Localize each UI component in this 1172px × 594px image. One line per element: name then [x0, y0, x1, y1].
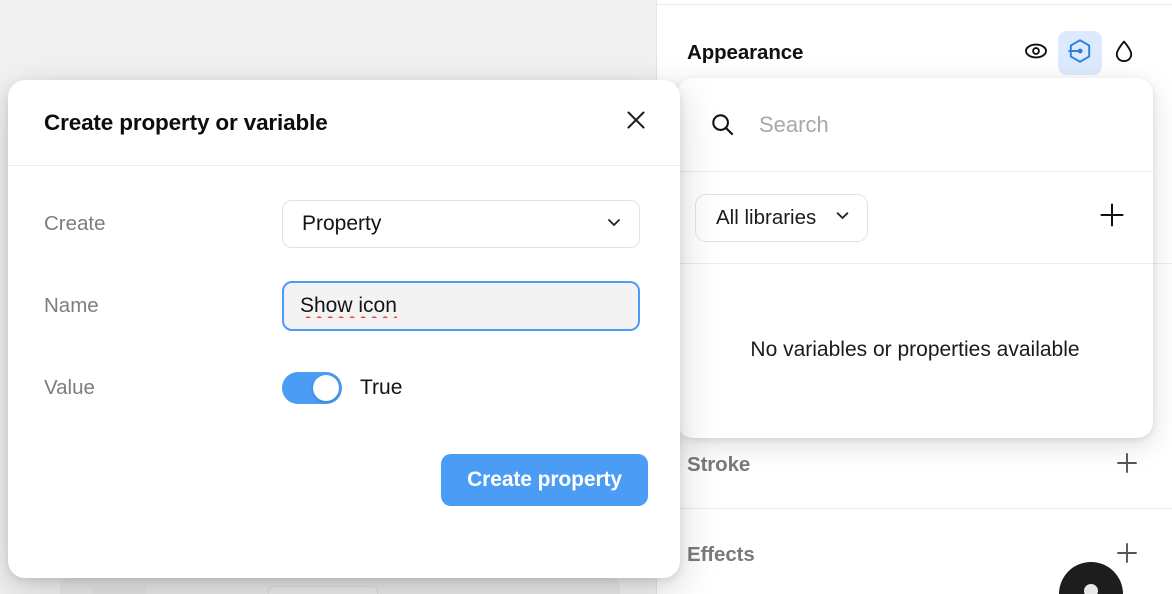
variable-picker-dropdown: All libraries No variables or properties… [677, 78, 1153, 438]
background-chip [92, 586, 146, 594]
toggle-knob [313, 375, 339, 401]
effects-title: Effects [687, 543, 755, 566]
panel-top-divider [657, 4, 1172, 5]
create-type-select[interactable]: Property [282, 200, 640, 248]
value-row: Value True [44, 356, 648, 420]
plus-icon [1114, 450, 1140, 481]
search-input[interactable] [759, 111, 1129, 138]
close-icon [623, 107, 649, 138]
name-input[interactable] [300, 294, 622, 318]
create-type-value: Property [302, 212, 382, 235]
library-filter-select[interactable]: All libraries [695, 193, 869, 242]
create-type-row: Create Property [44, 192, 648, 256]
name-row: Name [44, 274, 648, 338]
modal-body: Create Property Name Show icon Value Tru… [8, 166, 680, 420]
modal-footer: Create property [8, 438, 680, 506]
eye-icon [1022, 37, 1050, 70]
plus-icon [1114, 540, 1140, 571]
create-property-modal: Create property or variable Create Prope… [8, 80, 680, 578]
plus-icon [1097, 200, 1127, 235]
appearance-title: Appearance [687, 41, 804, 64]
variable-hexagon-icon-button[interactable] [1058, 31, 1102, 75]
value-label: Value [44, 376, 95, 399]
help-icon [1084, 584, 1098, 594]
close-button[interactable] [614, 101, 658, 145]
panel-divider [657, 508, 1172, 509]
search-icon [709, 111, 736, 138]
chevron-down-icon [605, 213, 623, 236]
name-input-wrapper [282, 281, 640, 331]
modal-header: Create property or variable [8, 80, 680, 166]
name-label: Name [44, 294, 99, 317]
variable-filter-row: All libraries [677, 172, 1153, 264]
app-root: Appearance Stroke Effects Search All lib… [0, 0, 1172, 594]
create-property-button[interactable]: Create property [441, 454, 648, 506]
empty-state-message: No variables or properties available [750, 338, 1080, 361]
background-chip [268, 586, 378, 594]
chevron-down-icon [834, 207, 851, 229]
droplet-icon [1110, 37, 1138, 70]
add-effect-button[interactable] [1108, 536, 1146, 574]
create-type-label: Create [44, 212, 106, 235]
stroke-title: Stroke [687, 453, 751, 476]
variable-hexagon-icon [1065, 36, 1095, 71]
add-stroke-button[interactable] [1108, 446, 1146, 484]
modal-title: Create property or variable [44, 109, 328, 135]
value-toggle[interactable] [282, 372, 342, 404]
variable-search-row [677, 78, 1153, 172]
create-variable-button[interactable] [1093, 199, 1131, 237]
eye-icon-button[interactable] [1014, 31, 1058, 75]
library-filter-label: All libraries [716, 205, 817, 229]
droplet-icon-button[interactable] [1102, 31, 1146, 75]
value-toggle-text: True [360, 376, 403, 399]
